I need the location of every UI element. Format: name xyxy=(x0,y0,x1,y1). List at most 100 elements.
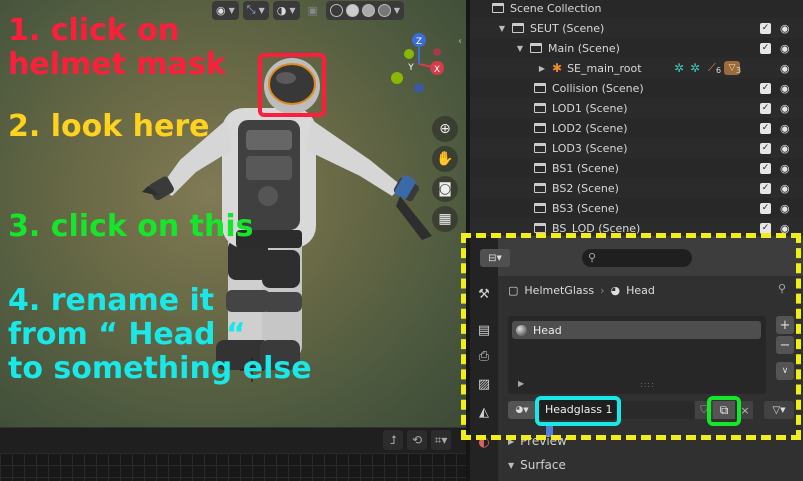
exclude-checkbox[interactable]: ✓ xyxy=(760,122,771,134)
overlays-toggle[interactable]: ◑ ▼ xyxy=(272,0,300,20)
empty-object-icon: ✱ xyxy=(552,61,563,75)
annotation-step-4-line-2: from “ Head “ xyxy=(8,317,246,352)
outliner-row-label: BS3 (Scene) xyxy=(552,201,619,215)
blender-window: ◉ ▼ ⤡ ▼ ◑ ▼ ▣ ▼ Z X Y ⊕ ✋ ◙ ▦ 1. click o… xyxy=(0,0,803,481)
annotation-step-1: 1. click on helmet mask xyxy=(8,14,226,82)
collection-icon xyxy=(534,123,546,133)
outliner-scene-collection-row[interactable]: Scene Collection xyxy=(470,0,803,18)
outliner-row-label: SEUT (Scene) xyxy=(530,21,605,35)
collection-icon xyxy=(534,103,546,113)
exclude-checkbox[interactable]: ✓ xyxy=(760,22,771,34)
collection-icon xyxy=(534,83,546,93)
outliner-row[interactable]: ▼ SEUT (Scene) ✓ ◉ xyxy=(470,18,803,38)
surface-panel-header[interactable]: ▼ Surface xyxy=(508,458,566,472)
outliner-row-label: BS2 (Scene) xyxy=(552,181,619,195)
collection-icon xyxy=(534,163,546,173)
gizmo-icon: ⤡ xyxy=(246,3,256,16)
exclude-checkbox[interactable]: ✓ xyxy=(760,202,771,214)
outliner-row[interactable]: BS2 (Scene) ✓ ◉ xyxy=(470,178,803,198)
bone-icon: ⟋ xyxy=(708,61,716,74)
outliner-row[interactable]: BS3 (Scene) ✓ ◉ xyxy=(470,198,803,218)
exclude-checkbox[interactable]: ✓ xyxy=(760,162,771,174)
outliner-row[interactable]: ▼ Main (Scene) ✓ ◉ xyxy=(470,38,803,58)
xray-icon: ▣ xyxy=(307,3,318,17)
collection-icon xyxy=(534,223,546,233)
snap-icon[interactable]: ⟲ xyxy=(407,430,427,450)
rendered-shading-icon[interactable] xyxy=(377,3,391,17)
outliner-row[interactable]: ▶ ✱ SE_main_root ✲ ✲ ⟋ 6 ▽ 3 ◉ xyxy=(470,58,803,78)
collection-icon xyxy=(534,183,546,193)
chevron-down-icon[interactable]: ▼ xyxy=(394,6,400,15)
outliner-row[interactable]: LOD1 (Scene) ✓ ◉ xyxy=(470,98,803,118)
annotation-step-3: 3. click on this xyxy=(8,209,254,244)
expand-down-icon[interactable]: ▼ xyxy=(496,24,508,33)
annotation-step-2: 2. look here xyxy=(8,109,210,144)
gizmo-x-label: X xyxy=(434,65,440,75)
chevron-down-icon: ▼ xyxy=(258,5,265,15)
outliner-row[interactable]: LOD3 (Scene) ✓ ◉ xyxy=(470,138,803,158)
navigation-gizmo[interactable]: Z X Y xyxy=(385,30,455,100)
xray-toggle[interactable]: ▣ xyxy=(304,1,322,20)
exclude-checkbox[interactable]: ✓ xyxy=(760,182,771,194)
gizmo-z-label: Z xyxy=(416,37,422,47)
outliner-row-label: BS1 (Scene) xyxy=(552,161,619,175)
exclude-checkbox[interactable]: ✓ xyxy=(760,42,771,54)
grid-snap-icon[interactable]: ⌗▾ xyxy=(431,430,451,450)
viewport-header-toolbar: ◉ ▼ ⤡ ▼ ◑ ▼ ▣ ▼ xyxy=(212,0,405,20)
visibility-eye-icon[interactable]: ◉ xyxy=(780,182,790,195)
outliner-row-label: Main (Scene) xyxy=(548,41,620,55)
pan-hand-icon[interactable]: ✋ xyxy=(432,146,458,172)
outliner-row-label: LOD2 (Scene) xyxy=(552,121,628,135)
visibility-eye-icon[interactable]: ◉ xyxy=(780,42,790,55)
look-here-highlight-box xyxy=(461,233,801,440)
visibility-eye-icon[interactable]: ◉ xyxy=(780,62,790,75)
annotation-step-4-line-1: 4. rename it xyxy=(8,283,215,318)
exclude-checkbox[interactable]: ✓ xyxy=(760,222,771,234)
collection-icon xyxy=(492,3,504,13)
helmet-highlight-box xyxy=(258,53,326,117)
material-shading-icon[interactable] xyxy=(361,3,375,17)
visibility-eye-icon[interactable]: ◉ xyxy=(780,142,790,155)
outliner-row-label: LOD1 (Scene) xyxy=(552,101,628,115)
zoom-icon[interactable]: ⊕ xyxy=(432,116,458,142)
overlays-icon: ◑ xyxy=(276,3,287,17)
armature-pose-icon: ✲ xyxy=(690,61,701,75)
collection-icon xyxy=(512,23,524,33)
gizmo-toggle[interactable]: ⤡ ▼ xyxy=(242,0,269,20)
surface-panel-label: Surface xyxy=(520,458,566,472)
outliner-row[interactable]: BS1 (Scene) ✓ ◉ xyxy=(470,158,803,178)
solid-shading-icon[interactable] xyxy=(345,3,359,17)
visibility-eye-icon[interactable]: ◉ xyxy=(780,122,790,135)
camera-icon[interactable]: ◙ xyxy=(432,176,458,202)
perspective-grid-icon[interactable]: ▦ xyxy=(432,206,458,232)
annotation-step-1-line-1: 1. click on xyxy=(8,13,180,48)
exclude-checkbox[interactable]: ✓ xyxy=(760,102,771,114)
chevron-down-icon: ▼ xyxy=(228,5,235,15)
visibility-eye-icon[interactable]: ◉ xyxy=(780,102,790,115)
visibility-eye-icon[interactable]: ◉ xyxy=(780,22,790,35)
armature-icon: ✲ xyxy=(674,61,685,75)
wireframe-shading-icon[interactable] xyxy=(329,3,343,17)
visibility-eye-icon[interactable]: ◉ xyxy=(780,202,790,215)
chevron-down-icon: ▼ xyxy=(289,5,296,15)
sidebar-toggle-icon[interactable]: ‹ xyxy=(458,36,462,47)
collection-icon xyxy=(530,43,542,53)
expand-down-icon[interactable]: ▼ xyxy=(514,44,526,53)
rename-highlight-box xyxy=(535,396,621,426)
keyframe-jump-icon[interactable]: ⮥ xyxy=(383,430,403,450)
outliner-row[interactable]: Collision (Scene) ✓ ◉ xyxy=(470,78,803,98)
expand-down-icon: ▼ xyxy=(508,460,515,470)
timeline-toolbar: ⮥ ⟲ ⌗▾ xyxy=(383,430,451,450)
timeline-grid[interactable] xyxy=(0,453,466,481)
annotation-step-4-line-3: to something else xyxy=(8,351,312,386)
visibility-eye-icon[interactable]: ◉ xyxy=(780,82,790,95)
exclude-checkbox[interactable]: ✓ xyxy=(760,142,771,154)
outliner-row-label: SE_main_root xyxy=(567,61,642,75)
annotation-step-4: 4. rename it from “ Head “ to something … xyxy=(8,284,312,386)
outliner-row[interactable]: LOD2 (Scene) ✓ ◉ xyxy=(470,118,803,138)
collection-icon xyxy=(534,203,546,213)
expand-right-icon[interactable]: ▶ xyxy=(536,64,548,73)
3d-viewport[interactable]: ◉ ▼ ⤡ ▼ ◑ ▼ ▣ ▼ Z X Y ⊕ ✋ ◙ ▦ 1. click o… xyxy=(0,0,466,427)
visibility-eye-icon[interactable]: ◉ xyxy=(780,162,790,175)
exclude-checkbox[interactable]: ✓ xyxy=(760,82,771,94)
